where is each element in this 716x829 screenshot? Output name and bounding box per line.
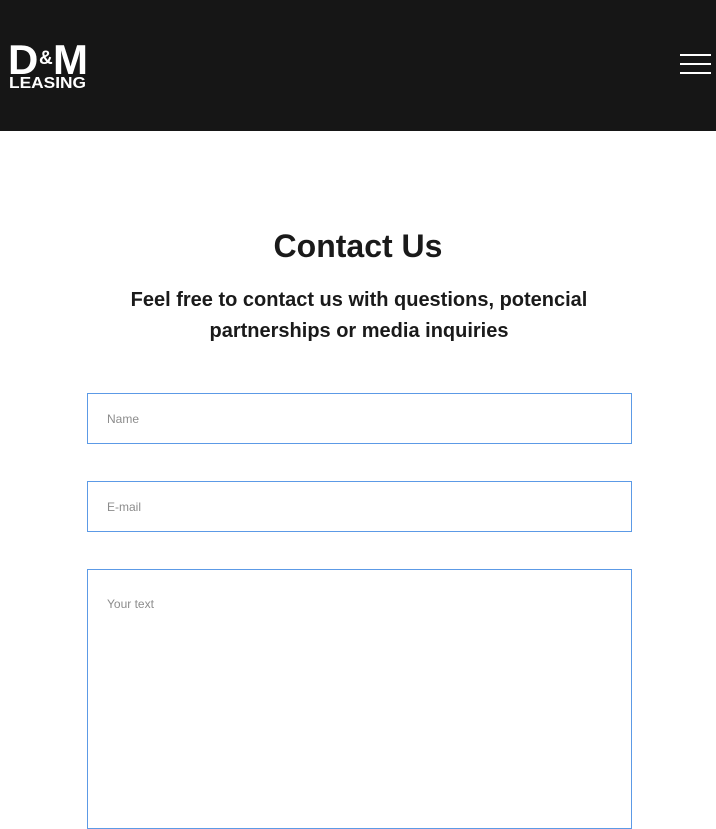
svg-text:LEASING: LEASING (9, 75, 86, 90)
menu-line (680, 63, 711, 65)
message-field[interactable] (87, 569, 632, 829)
svg-text:&: & (39, 48, 53, 69)
menu-line (680, 72, 711, 74)
dm-leasing-logo: D M & LEASING (9, 38, 87, 90)
page-title: Contact Us (273, 228, 443, 264)
site-header: D M & LEASING (0, 0, 716, 131)
hamburger-menu-icon[interactable] (680, 53, 711, 75)
name-field[interactable] (87, 393, 632, 444)
page-subtitle: Feel free to contact us with questions, … (130, 289, 588, 342)
menu-line (680, 54, 711, 56)
logo[interactable]: D M & LEASING (9, 38, 87, 90)
email-field[interactable] (87, 481, 632, 532)
